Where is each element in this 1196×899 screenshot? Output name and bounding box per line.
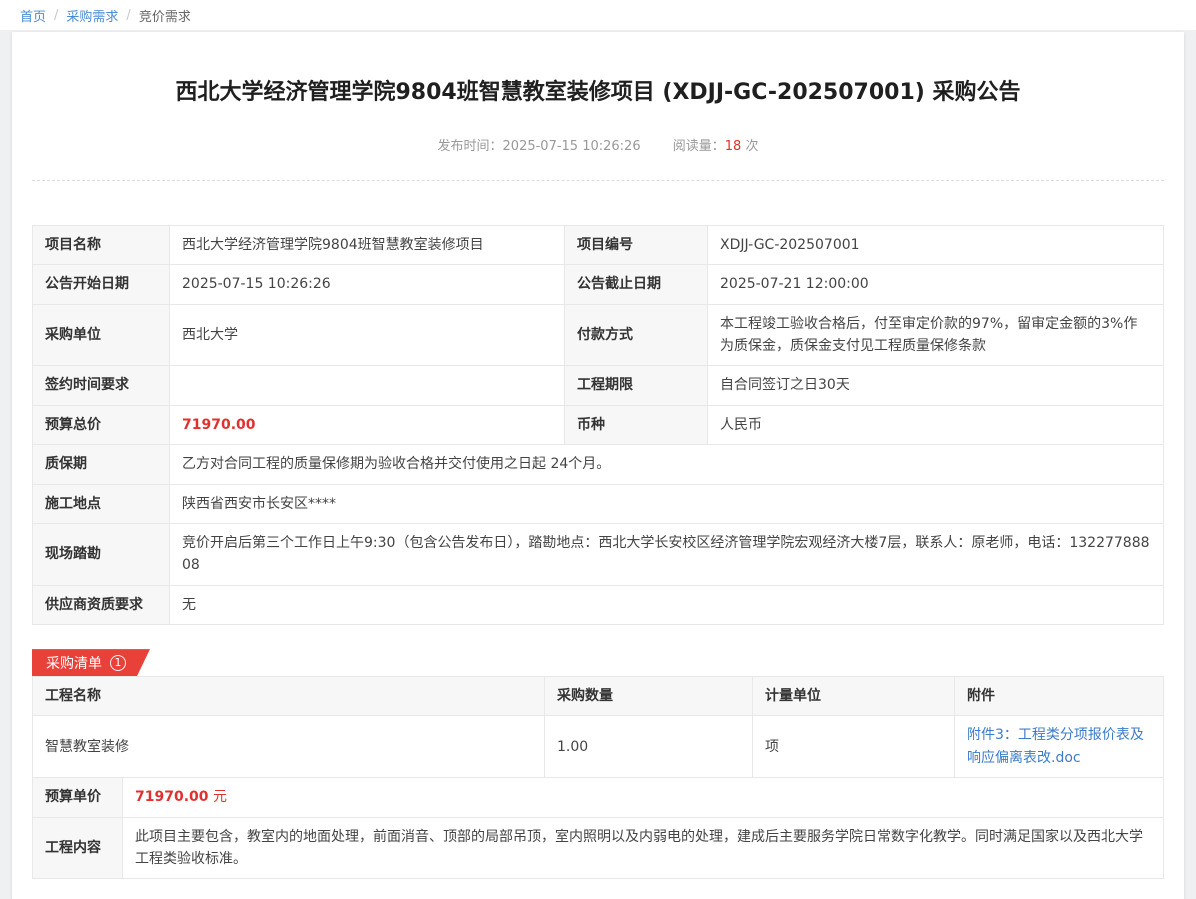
- purchase-detail-table: 预算单价 71970.00 元 工程内容 此项目主要包含，教室内的地面处理，前面…: [32, 777, 1164, 879]
- unit-price-cell: 71970.00 元: [123, 778, 1164, 817]
- item-attachment-cell: 附件3：工程类分项报价表及响应偏离表改.doc: [955, 716, 1164, 778]
- item-quantity: 1.00: [545, 716, 753, 778]
- info-label-payment: 付款方式: [565, 304, 708, 366]
- table-row: 施工地点 陕西省西安市长安区****: [33, 484, 1164, 523]
- breadcrumb-separator: /: [126, 8, 130, 23]
- breadcrumb-current: 竞价需求: [139, 6, 191, 25]
- info-label-currency: 币种: [565, 405, 708, 444]
- table-row: 签约时间要求 工程期限 自合同签订之日30天: [33, 366, 1164, 405]
- info-value-duration: 自合同签订之日30天: [708, 366, 1164, 405]
- table-row: 现场踏勘 竞价开启后第三个工作日上午9:30（包含公告发布日），踏勘地点：西北大…: [33, 523, 1164, 585]
- info-label-warranty: 质保期: [33, 445, 170, 484]
- purchase-list-tag: 采购清单 1: [32, 649, 150, 676]
- info-value-buyer: 西北大学: [170, 304, 565, 366]
- view-count: 阅读量：18 次: [673, 139, 759, 154]
- breadcrumb-separator: /: [54, 8, 58, 23]
- table-row: 预算总价 71970.00 币种 人民币: [33, 405, 1164, 444]
- view-count-unit: 次: [745, 139, 758, 154]
- info-value-site: 陕西省西安市长安区****: [170, 484, 1164, 523]
- purchase-list-count-badge: 1: [110, 655, 126, 671]
- breadcrumb-home-link[interactable]: 首页: [20, 6, 46, 25]
- info-value-end-date: 2025-07-21 12:00:00: [708, 265, 1164, 304]
- col-header-quantity: 采购数量: [545, 677, 753, 716]
- project-content-label: 工程内容: [33, 817, 123, 879]
- table-row: 智慧教室装修 1.00 项 附件3：工程类分项报价表及响应偏离表改.doc: [33, 716, 1164, 778]
- info-label-qualification: 供应商资质要求: [33, 585, 170, 624]
- item-name: 智慧教室装修: [33, 716, 545, 778]
- info-label-end-date: 公告截止日期: [565, 265, 708, 304]
- purchase-list-section: 采购清单 1 工程名称 采购数量 计量单位 附件 智慧教室装修 1.00 项 附…: [32, 649, 1164, 879]
- table-header-row: 工程名称 采购数量 计量单位 附件: [33, 677, 1164, 716]
- announcement-meta: 发布时间：2025-07-15 10:26:26 阅读量：18 次: [32, 135, 1164, 154]
- purchase-list-tag-label: 采购清单: [46, 653, 102, 673]
- publish-time-value: 2025-07-15 10:26:26: [503, 139, 641, 154]
- purchase-list-table: 工程名称 采购数量 计量单位 附件 智慧教室装修 1.00 项 附件3：工程类分…: [32, 676, 1164, 778]
- view-count-label: 阅读量：: [673, 139, 725, 154]
- info-value-currency: 人民币: [708, 405, 1164, 444]
- col-header-unit: 计量单位: [753, 677, 955, 716]
- divider: [32, 180, 1164, 181]
- info-label-buyer: 采购单位: [33, 304, 170, 366]
- info-value-sign-time: [170, 366, 565, 405]
- budget-total-amount: 71970.00: [182, 417, 256, 433]
- item-unit: 项: [753, 716, 955, 778]
- breadcrumb-section-link[interactable]: 采购需求: [66, 6, 118, 25]
- info-value-project-code: XDJJ-GC-202507001: [708, 225, 1164, 264]
- info-value-qualification: 无: [170, 585, 1164, 624]
- project-content-value: 此项目主要包含，教室内的地面处理，前面消音、顶部的局部吊顶，室内照明以及内弱电的…: [123, 817, 1164, 879]
- info-label-site: 施工地点: [33, 484, 170, 523]
- info-value-project-name: 西北大学经济管理学院9804班智慧教室装修项目: [170, 225, 565, 264]
- table-row: 预算单价 71970.00 元: [33, 778, 1164, 817]
- info-label-survey: 现场踏勘: [33, 523, 170, 585]
- page-title: 西北大学经济管理学院9804班智慧教室装修项目 (XDJJ-GC-2025070…: [32, 78, 1164, 109]
- col-header-project-name: 工程名称: [33, 677, 545, 716]
- info-label-project-code: 项目编号: [565, 225, 708, 264]
- info-value-budget-total: 71970.00: [170, 405, 565, 444]
- info-label-start-date: 公告开始日期: [33, 265, 170, 304]
- unit-price-label: 预算单价: [33, 778, 123, 817]
- unit-price-amount: 71970.00: [135, 789, 209, 805]
- table-row: 公告开始日期 2025-07-15 10:26:26 公告截止日期 2025-0…: [33, 265, 1164, 304]
- table-row: 采购单位 西北大学 付款方式 本工程竣工验收合格后，付至审定价款的97%，留审定…: [33, 304, 1164, 366]
- col-header-attachment: 附件: [955, 677, 1164, 716]
- info-label-duration: 工程期限: [565, 366, 708, 405]
- project-info-table: 项目名称 西北大学经济管理学院9804班智慧教室装修项目 项目编号 XDJJ-G…: [32, 225, 1164, 625]
- info-label-project-name: 项目名称: [33, 225, 170, 264]
- table-row: 质保期 乙方对合同工程的质量保修期为验收合格并交付使用之日起 24个月。: [33, 445, 1164, 484]
- table-row: 项目名称 西北大学经济管理学院9804班智慧教室装修项目 项目编号 XDJJ-G…: [33, 225, 1164, 264]
- breadcrumb: 首页 / 采购需求 / 竞价需求: [0, 0, 1196, 30]
- table-row: 供应商资质要求 无: [33, 585, 1164, 624]
- attachment-link[interactable]: 附件3：工程类分项报价表及响应偏离表改.doc: [967, 727, 1144, 765]
- info-value-start-date: 2025-07-15 10:26:26: [170, 265, 565, 304]
- view-count-value: 18: [725, 139, 742, 154]
- info-value-survey: 竞价开启后第三个工作日上午9:30（包含公告发布日），踏勘地点：西北大学长安校区…: [170, 523, 1164, 585]
- announcement-card: 西北大学经济管理学院9804班智慧教室装修项目 (XDJJ-GC-2025070…: [12, 32, 1184, 899]
- info-value-payment: 本工程竣工验收合格后，付至审定价款的97%，留审定金额的3%作为质保金，质保金支…: [708, 304, 1164, 366]
- info-label-budget-total: 预算总价: [33, 405, 170, 444]
- unit-price-unit: 元: [213, 789, 227, 805]
- publish-time-label: 发布时间：: [438, 139, 503, 154]
- info-label-sign-time: 签约时间要求: [33, 366, 170, 405]
- publish-time: 发布时间：2025-07-15 10:26:26: [438, 139, 645, 154]
- table-row: 工程内容 此项目主要包含，教室内的地面处理，前面消音、顶部的局部吊顶，室内照明以…: [33, 817, 1164, 879]
- info-value-warranty: 乙方对合同工程的质量保修期为验收合格并交付使用之日起 24个月。: [170, 445, 1164, 484]
